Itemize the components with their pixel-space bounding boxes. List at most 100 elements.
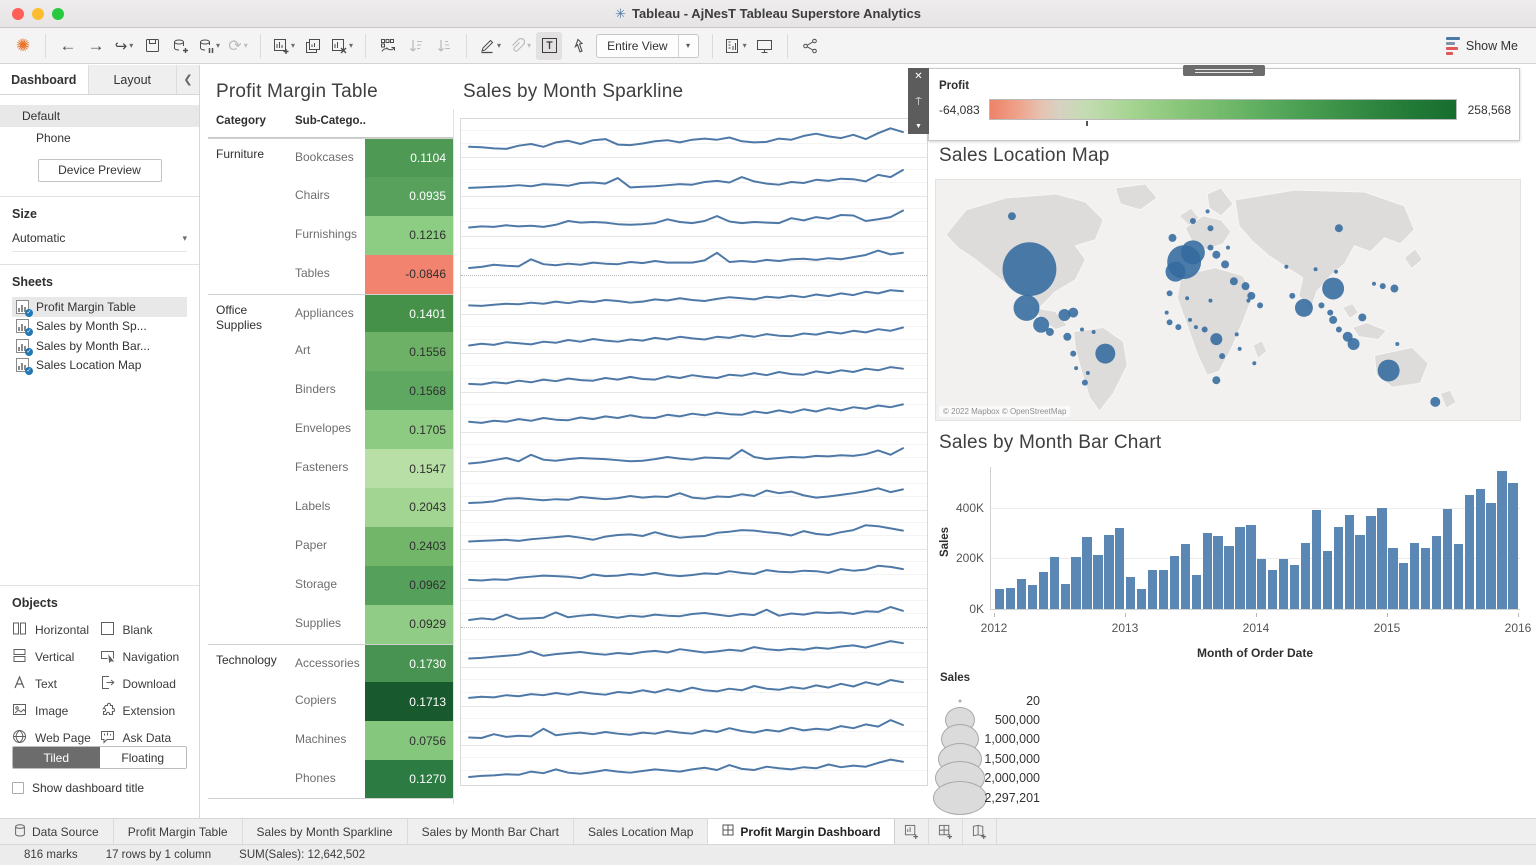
- bar-month-sales[interactable]: [1061, 584, 1070, 609]
- sparkline-row[interactable]: [461, 511, 927, 550]
- sheet-list-item[interactable]: ✓Sales by Month Bar...: [12, 336, 187, 356]
- profit-margin-cell[interactable]: 0.1401: [365, 295, 453, 333]
- map-sales-bubble[interactable]: [1430, 397, 1440, 407]
- bar-month-sales[interactable]: [1257, 559, 1266, 609]
- map-sales-bubble[interactable]: [1336, 326, 1342, 332]
- subcategory-label[interactable]: Supplies: [295, 616, 341, 630]
- subcategory-label[interactable]: Storage: [295, 577, 337, 591]
- map-sales-bubble[interactable]: [1335, 224, 1343, 232]
- map-sales-bubble[interactable]: [1242, 282, 1250, 290]
- bar-month-sales[interactable]: [1213, 536, 1222, 609]
- bar-month-sales[interactable]: [1290, 565, 1299, 609]
- profit-margin-cell[interactable]: 0.1216: [365, 216, 453, 255]
- sparkline-row[interactable]: [461, 550, 927, 589]
- back-button[interactable]: ←: [55, 32, 81, 60]
- map-sales-bubble[interactable]: [1185, 296, 1189, 300]
- sparkline-row[interactable]: [461, 119, 927, 158]
- collapse-pane-icon[interactable]: ❮: [177, 65, 199, 94]
- bar-month-sales[interactable]: [1508, 483, 1517, 609]
- new-worksheet-button[interactable]: ▾: [270, 32, 298, 60]
- profit-margin-cell[interactable]: 0.0756: [365, 721, 453, 760]
- duplicate-sheet-button[interactable]: [300, 32, 326, 60]
- map-sales-bubble[interactable]: [1238, 347, 1242, 351]
- map-sales-bubble[interactable]: [1207, 225, 1213, 231]
- map-sales-bubble[interactable]: [1207, 245, 1213, 251]
- sheet-tab-sales-location-map[interactable]: Sales Location Map: [574, 819, 708, 844]
- bar-month-sales[interactable]: [1301, 543, 1310, 609]
- subcategory-label[interactable]: Tables: [295, 266, 330, 280]
- highlight-button[interactable]: ▾: [476, 32, 504, 60]
- bar-chart-plot[interactable]: 400K200K0K: [990, 467, 1520, 609]
- map-sales-bubble[interactable]: [1181, 240, 1205, 264]
- profit-margin-cell[interactable]: 0.1730: [365, 645, 453, 683]
- size-dropdown[interactable]: Automatic ▾: [12, 231, 187, 252]
- legend-menu-caret-icon[interactable]: ▼: [915, 123, 922, 130]
- profit-margin-cell[interactable]: 0.0929: [365, 605, 453, 644]
- bar-month-sales[interactable]: [1355, 535, 1364, 609]
- map-sales-bubble[interactable]: [1188, 318, 1192, 322]
- subcategory-label[interactable]: Phones: [295, 771, 336, 785]
- bar-month-sales[interactable]: [1050, 557, 1059, 609]
- forward-button[interactable]: →: [83, 32, 109, 60]
- bar-month-sales[interactable]: [1071, 557, 1080, 609]
- map-sales-bubble[interactable]: [1221, 260, 1229, 268]
- sparkline-row[interactable]: [461, 393, 927, 432]
- show-me-button[interactable]: Show Me: [1446, 37, 1518, 55]
- map-sales-bubble[interactable]: [1390, 285, 1398, 293]
- map-sales-bubble[interactable]: [1284, 265, 1288, 269]
- map-sales-bubble[interactable]: [1257, 302, 1263, 308]
- bar-month-sales[interactable]: [1006, 588, 1015, 609]
- sheet-list-item[interactable]: ✓Sales Location Map: [12, 356, 187, 376]
- subcategory-label[interactable]: Paper: [295, 538, 327, 552]
- subcategory-label[interactable]: Accessories: [295, 656, 360, 670]
- bar-month-sales[interactable]: [1181, 544, 1190, 609]
- map-sales-bubble[interactable]: [1095, 344, 1115, 364]
- profit-margin-cell[interactable]: 0.1270: [365, 760, 453, 798]
- bar-month-sales[interactable]: [1104, 535, 1113, 609]
- map-sales-bubble[interactable]: [1190, 218, 1196, 224]
- show-hide-cards-button[interactable]: ▾: [722, 32, 750, 60]
- profit-margin-cell[interactable]: 0.2043: [365, 488, 453, 527]
- legend-pin-icon[interactable]: ⍑: [916, 98, 922, 108]
- map-sales-bubble[interactable]: [1168, 234, 1176, 242]
- clear-sheet-button[interactable]: ▾: [328, 32, 356, 60]
- map-sales-bubble[interactable]: [1246, 299, 1250, 303]
- bar-month-sales[interactable]: [1093, 555, 1102, 609]
- profit-margin-cell[interactable]: 0.1713: [365, 682, 453, 721]
- map-sales-bubble[interactable]: [1327, 310, 1333, 316]
- map-sales-bubble[interactable]: [1334, 270, 1338, 274]
- bar-month-sales[interactable]: [1235, 527, 1244, 609]
- subcategory-label[interactable]: Copiers: [295, 693, 336, 707]
- sparkline-row[interactable]: [461, 707, 927, 746]
- map-sales-bubble[interactable]: [1329, 316, 1337, 324]
- map-sales-bubble[interactable]: [1380, 283, 1386, 289]
- sheet-tab-sales-by-month-sparkline[interactable]: Sales by Month Sparkline: [243, 819, 408, 844]
- sparkline-row[interactable]: [461, 628, 927, 667]
- bar-month-sales[interactable]: [1334, 527, 1343, 609]
- map-sales-bubble[interactable]: [1063, 333, 1071, 341]
- new-story-tab-button[interactable]: [963, 819, 997, 844]
- sparkline-row[interactable]: [461, 472, 927, 511]
- pause-auto-updates-button[interactable]: ▾: [195, 32, 223, 60]
- bar-month-sales[interactable]: [1246, 525, 1255, 609]
- tableau-home-icon[interactable]: ✺: [10, 32, 36, 60]
- presentation-mode-button[interactable]: [752, 32, 778, 60]
- map-sales-bubble[interactable]: [1289, 293, 1295, 299]
- map-sales-bubble[interactable]: [1212, 251, 1220, 259]
- map-sales-bubble[interactable]: [1295, 299, 1313, 317]
- object-item-horizontal[interactable]: Horizontal: [12, 621, 100, 639]
- bar-month-sales[interactable]: [1388, 548, 1397, 609]
- map-sales-bubble[interactable]: [1165, 311, 1169, 315]
- profit-margin-cell[interactable]: 0.1104: [365, 139, 453, 177]
- map-sales-bubble[interactable]: [1252, 361, 1256, 365]
- profit-table-col-category[interactable]: Category: [216, 115, 266, 127]
- object-item-vertical[interactable]: Vertical: [12, 648, 100, 666]
- subcategory-label[interactable]: Furnishings: [295, 227, 357, 241]
- show-mark-labels-button[interactable]: [536, 32, 562, 60]
- subcategory-label[interactable]: Fasteners: [295, 460, 348, 474]
- map-sales-bubble[interactable]: [1167, 290, 1173, 296]
- sparkline-row[interactable]: [461, 433, 927, 472]
- profit-margin-cell[interactable]: 0.2403: [365, 527, 453, 566]
- bar-month-sales[interactable]: [1399, 563, 1408, 609]
- map-sales-bubble[interactable]: [1003, 242, 1057, 296]
